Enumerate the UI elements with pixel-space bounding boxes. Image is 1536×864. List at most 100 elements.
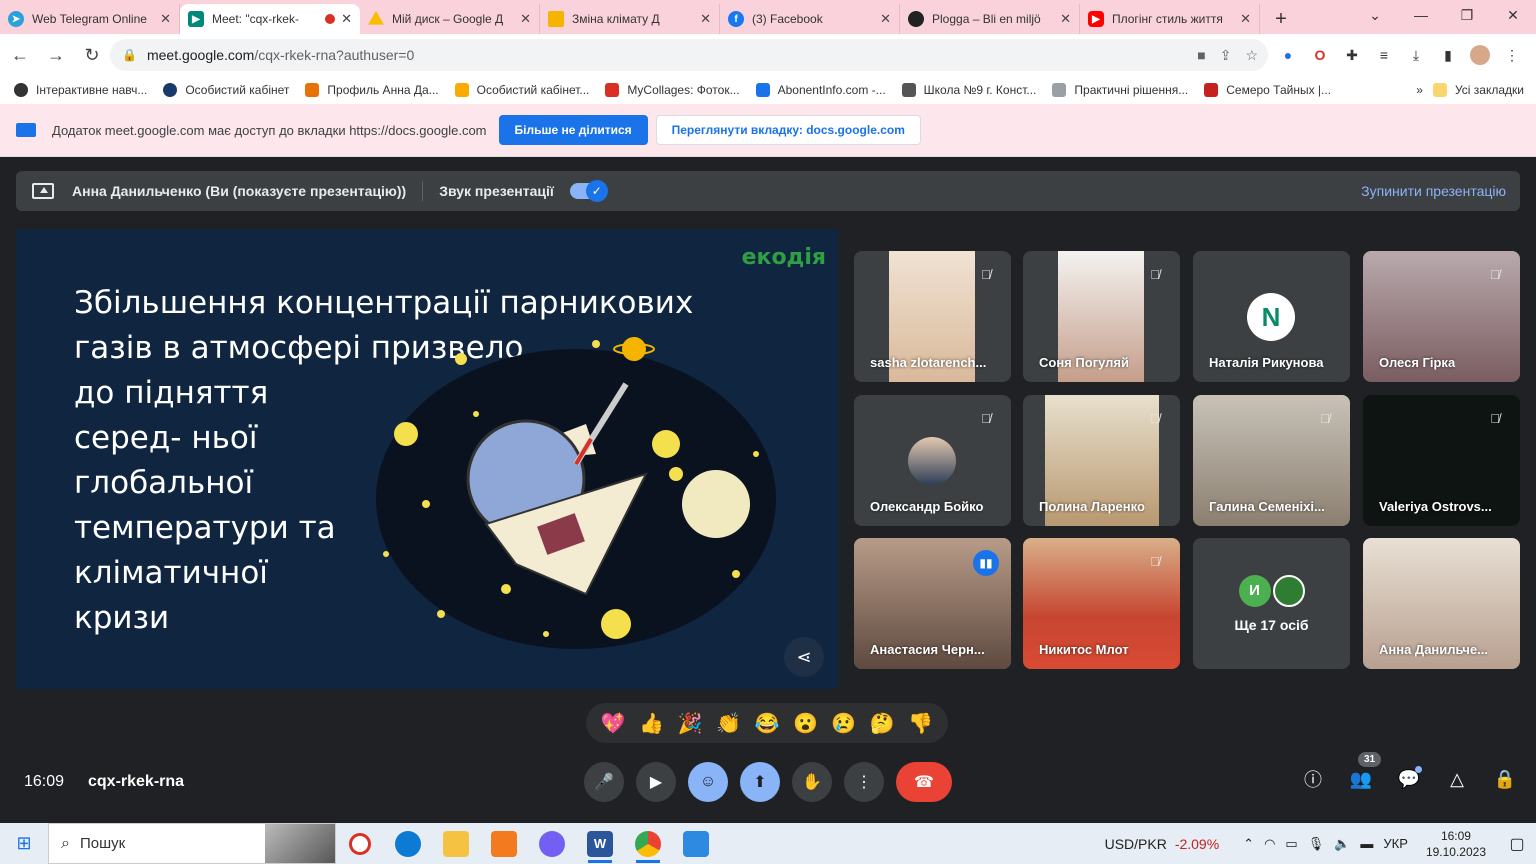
close-tab-icon[interactable]: ✕ — [700, 11, 711, 27]
reaction-heart-icon[interactable]: 💖 — [601, 711, 626, 736]
back-icon[interactable]: ← — [4, 39, 36, 71]
stop-sharing-button[interactable]: Більше не ділитися — [498, 115, 648, 145]
bookmark-item[interactable]: Особистий кабінет... — [454, 83, 589, 97]
emoji-reactions-icon[interactable]: ☺ — [688, 762, 728, 802]
reaction-party-icon[interactable]: 🎉 — [678, 711, 703, 736]
tab-search-icon[interactable]: ⌄ — [1352, 0, 1398, 30]
close-tab-icon[interactable]: ✕ — [160, 11, 171, 27]
bookmark-item[interactable]: Школа №9 г. Конст... — [901, 83, 1036, 97]
file-explorer-app-icon[interactable] — [432, 823, 480, 864]
side-panel-icon[interactable]: ▮ — [1438, 45, 1458, 65]
bookmark-item[interactable]: MyCollages: Фоток... — [605, 83, 740, 97]
meeting-info-icon[interactable]: ⓘ — [1300, 766, 1326, 792]
tab-plogga[interactable]: Plogga – Bli en miljö ✕ — [900, 4, 1080, 34]
clock[interactable]: 16:09 19.10.2023 — [1426, 828, 1486, 860]
reaction-thumbs-up-icon[interactable]: 👍 — [639, 711, 664, 736]
tab-meet[interactable]: ▶ Meet: "cqx-rkek- ✕ — [180, 4, 360, 34]
more-participants-tile[interactable]: И Ще 17 осіб — [1193, 538, 1350, 669]
activities-icon[interactable]: △ — [1444, 766, 1470, 792]
chat-icon[interactable]: 💬 — [1396, 766, 1422, 792]
close-tab-icon[interactable]: ✕ — [1240, 11, 1251, 27]
minimize-icon[interactable]: — — [1398, 0, 1444, 30]
wifi-icon[interactable]: ◠ — [1264, 836, 1275, 852]
participant-tile[interactable]: N Наталія Рикунова — [1193, 251, 1350, 382]
participant-tile[interactable]: 🎙̸ Олександр Бойко — [854, 395, 1011, 526]
reaction-sad-icon[interactable]: 😢 — [831, 711, 856, 736]
close-tab-icon[interactable]: ✕ — [341, 11, 352, 27]
tab-drive[interactable]: Мій диск – Google Д ✕ — [360, 4, 540, 34]
participant-tile[interactable]: 🎙̸ Valeriya Ostrovs... — [1363, 395, 1520, 526]
present-screen-icon[interactable]: ⬆ — [740, 762, 780, 802]
mic-icon[interactable]: 🎙 — [1308, 836, 1325, 852]
menu-dots-icon[interactable]: ⋮ — [1502, 45, 1522, 65]
download-icon[interactable]: ⤓ — [1406, 45, 1426, 65]
bookmark-item[interactable]: Особистий кабінет — [163, 83, 289, 97]
participant-tile[interactable]: 🎙̸ Полина Ларенко — [1023, 395, 1180, 526]
participant-tile[interactable]: 🎙̸ Никитос Млот — [1023, 538, 1180, 669]
edge-app-icon[interactable] — [384, 823, 432, 864]
app-icon-orange[interactable] — [480, 823, 528, 864]
taskbar-search[interactable]: ⌕ Пошук — [48, 823, 336, 864]
participant-tile[interactable]: 🎙̸ Соня Погуляй — [1023, 251, 1180, 382]
participant-tile[interactable]: 🎙̸ Галина Семеніхі... — [1193, 395, 1350, 526]
microphone-icon[interactable]: 🎤 — [584, 762, 624, 802]
tab-facebook[interactable]: f (3) Facebook ✕ — [720, 4, 900, 34]
host-controls-icon[interactable]: 🔒 — [1492, 766, 1518, 792]
reaction-laugh-icon[interactable]: 😂 — [755, 711, 780, 736]
photos-app-icon[interactable] — [672, 823, 720, 864]
viber-app-icon[interactable] — [528, 823, 576, 864]
address-bar[interactable]: 🔒 meet.google.com/cqx-rkek-rna?authuser=… — [110, 39, 1268, 71]
reaction-thumbs-down-icon[interactable]: 👎 — [908, 711, 933, 736]
share-icon[interactable]: ⋖ — [784, 637, 824, 677]
raise-hand-icon[interactable]: ✋ — [792, 762, 832, 802]
bookmark-item[interactable]: Практичні рішення... — [1052, 83, 1188, 97]
new-tab-button[interactable]: + — [1266, 4, 1296, 34]
close-window-icon[interactable]: ✕ — [1490, 0, 1536, 30]
participant-tile[interactable]: 🎙̸ Олеся Гірка — [1363, 251, 1520, 382]
chrome-app-icon[interactable] — [624, 823, 672, 864]
reload-icon[interactable]: ↻ — [76, 39, 108, 71]
notifications-icon[interactable]: ▢ — [1502, 829, 1532, 859]
presentation-audio-toggle[interactable]: ✓ — [569, 180, 608, 202]
windows-start-icon[interactable]: ⊞ — [0, 823, 48, 864]
view-tab-button[interactable]: Переглянути вкладку: docs.google.com — [655, 115, 921, 145]
close-tab-icon[interactable]: ✕ — [520, 11, 531, 27]
close-tab-icon[interactable]: ✕ — [880, 11, 891, 27]
volume-icon[interactable]: 🔈 — [1334, 836, 1350, 852]
language-indicator[interactable]: УКР — [1383, 836, 1408, 851]
word-app-icon[interactable]: W — [576, 823, 624, 864]
more-options-icon[interactable]: ⋮ — [844, 762, 884, 802]
participant-tile-speaking[interactable]: ▮▮ Анастасия Черн... — [854, 538, 1011, 669]
bookmarks-overflow-button[interactable]: » — [1416, 83, 1423, 97]
tab-slides[interactable]: Зміна клімату Д ✕ — [540, 4, 720, 34]
puzzle-icon[interactable]: ✚ — [1342, 45, 1362, 65]
network-icon[interactable]: ▭ — [1285, 836, 1297, 852]
reaction-thinking-icon[interactable]: 🤔 — [870, 711, 895, 736]
bookmark-item[interactable]: AbonentInfo.com -... — [755, 83, 886, 97]
opera-icon[interactable]: O — [1310, 45, 1330, 65]
bookmark-item[interactable]: Інтерактивне навч... — [14, 83, 147, 97]
people-icon[interactable]: 👥 31 — [1348, 752, 1382, 792]
forward-icon[interactable]: → — [40, 39, 72, 71]
extension-blue-icon[interactable]: ● — [1278, 45, 1298, 65]
chevron-up-icon[interactable]: ⌃ — [1243, 836, 1254, 852]
stock-widget[interactable]: USD/PKR -2.09% — [1105, 836, 1220, 852]
restore-icon[interactable]: ❐ — [1444, 0, 1490, 30]
close-tab-icon[interactable]: ✕ — [1060, 11, 1071, 27]
battery-icon[interactable]: ▬ — [1360, 836, 1373, 851]
all-bookmarks-button[interactable]: Усі закладки — [1432, 83, 1524, 97]
tab-telegram[interactable]: ➤ Web Telegram Online ✕ — [0, 4, 180, 34]
bookmark-star-icon[interactable]: ☆ — [1245, 47, 1258, 64]
reaction-surprised-icon[interactable]: 😮 — [793, 711, 818, 736]
profile-avatar[interactable] — [1470, 45, 1490, 65]
leave-call-icon[interactable]: ☎ — [896, 762, 952, 802]
reaction-clap-icon[interactable]: 👏 — [716, 711, 741, 736]
lock-icon[interactable]: 🔒 — [122, 48, 137, 62]
bookmark-item[interactable]: Профиль Анна Да... — [305, 83, 439, 97]
bookmark-item[interactable]: Семеро Тайных |... — [1204, 83, 1331, 97]
media-queue-icon[interactable]: ≡ — [1374, 45, 1394, 65]
share-page-icon[interactable]: ⇪ — [1220, 47, 1232, 64]
tab-youtube[interactable]: ▶ Плогінг стиль життя ✕ — [1080, 4, 1260, 34]
opera-app-icon[interactable] — [336, 823, 384, 864]
participant-tile-self[interactable]: Анна Данильче... — [1363, 538, 1520, 669]
